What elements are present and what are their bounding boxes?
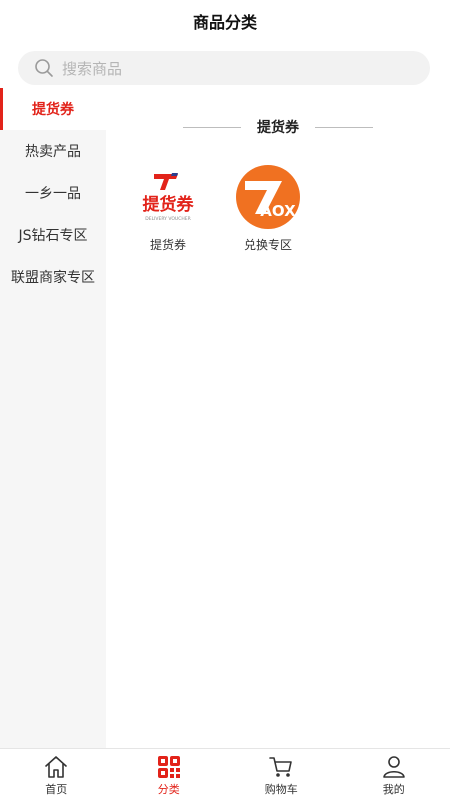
sidebar-item-hot-products[interactable]: 热卖产品 [0, 130, 106, 172]
sidebar-item-js-diamond[interactable]: JS钻石专区 [0, 214, 106, 256]
tab-profile[interactable]: 我的 [338, 749, 450, 801]
category-item-exchange-zone[interactable]: AOX 兑换专区 [232, 164, 304, 253]
divider [315, 127, 373, 128]
aox-logo-graphic: AOX [232, 164, 304, 230]
section-title-text: 提货券 [257, 117, 299, 137]
sidebar-item-label: 提货券 [32, 99, 74, 119]
search-icon [34, 58, 54, 78]
sidebar-item-one-village-one-product[interactable]: 一乡一品 [0, 172, 106, 214]
sidebar-item-label: 一乡一品 [25, 183, 81, 203]
category-grid: 提货券 DELIVERY VOUCHER 提货券 AOX 兑换专区 [132, 164, 304, 253]
bottom-tab-bar: 首页 分类 购物车 我的 [0, 748, 450, 801]
sidebar-item-label: 热卖产品 [25, 141, 81, 161]
tab-label: 购物车 [265, 781, 298, 797]
tab-label: 首页 [45, 781, 67, 797]
page-header: 商品分类 [0, 0, 450, 42]
tab-home[interactable]: 首页 [0, 749, 113, 801]
voucher-logo: 提货券 DELIVERY VOUCHER [132, 164, 204, 230]
category-content: 提货券 提货券 DELIVERY VOUCHER 提货券 AOX [106, 88, 450, 748]
sidebar-item-label: JS钻石专区 [18, 225, 87, 245]
aox-logo: AOX [232, 164, 304, 230]
category-item-voucher[interactable]: 提货券 DELIVERY VOUCHER 提货券 [132, 164, 204, 253]
tab-label: 我的 [383, 781, 405, 797]
cart-icon [268, 754, 294, 780]
svg-text:提货券: 提货券 [143, 194, 195, 215]
svg-text:AOX: AOX [260, 202, 296, 220]
section-title: 提货券 [176, 116, 380, 138]
divider [183, 127, 241, 128]
category-icon [156, 754, 182, 780]
category-item-label: 提货券 [150, 236, 186, 253]
category-sidebar: 提货券 热卖产品 一乡一品 JS钻石专区 联盟商家专区 [0, 88, 106, 748]
sidebar-item-voucher[interactable]: 提货券 [0, 88, 106, 130]
svg-text:DELIVERY VOUCHER: DELIVERY VOUCHER [145, 216, 190, 222]
category-item-label: 兑换专区 [244, 236, 292, 253]
user-icon [381, 754, 407, 780]
tab-cart[interactable]: 购物车 [225, 749, 338, 801]
search-bar-container: 搜索商品 [0, 42, 450, 88]
search-placeholder: 搜索商品 [62, 58, 122, 79]
sidebar-item-alliance-merchants[interactable]: 联盟商家专区 [0, 256, 106, 298]
search-input[interactable]: 搜索商品 [18, 51, 430, 85]
tab-label: 分类 [158, 781, 180, 797]
home-icon [43, 754, 69, 780]
tab-category[interactable]: 分类 [113, 749, 226, 801]
sidebar-item-label: 联盟商家专区 [11, 267, 95, 287]
voucher-logo-graphic: 提货券 DELIVERY VOUCHER [132, 164, 204, 230]
page-title: 商品分类 [193, 9, 257, 33]
